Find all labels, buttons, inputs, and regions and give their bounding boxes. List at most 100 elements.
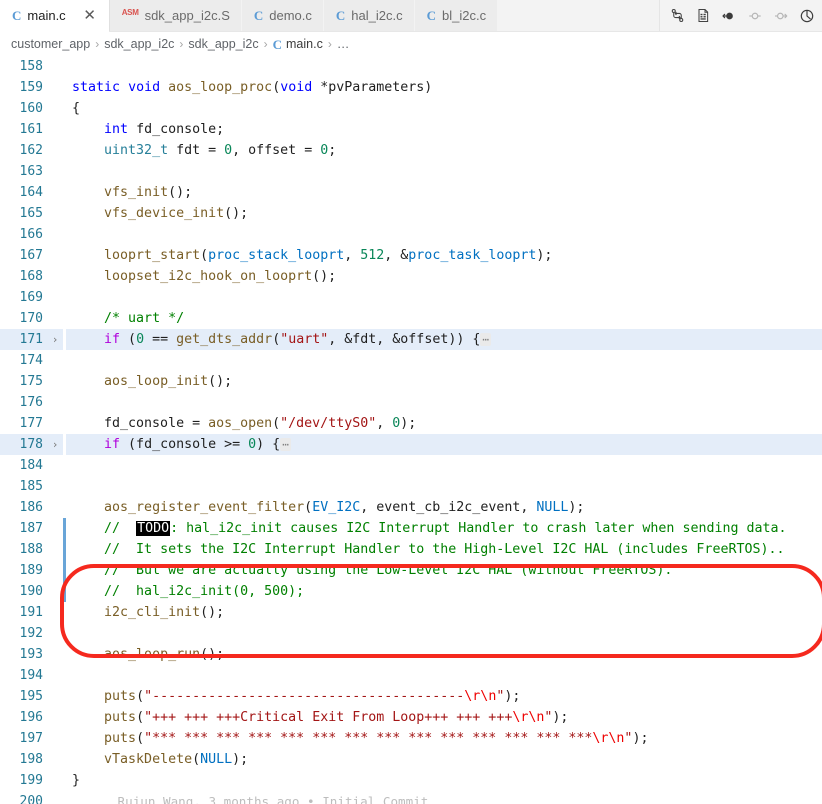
code-editor[interactable]: 158 159 static void aos_loop_proc(void *pv… xyxy=(0,56,822,804)
code-line[interactable]: 169 xyxy=(0,287,822,308)
code-line[interactable]: 177 fd_console = aos_open("/dev/ttyS0", … xyxy=(0,413,822,434)
tab-close-icon[interactable]: ✕ xyxy=(82,8,98,23)
fold-placeholder xyxy=(47,287,63,308)
code-line[interactable]: 189 // But we are actually using the Low… xyxy=(0,560,822,581)
tab-label: main.c xyxy=(27,8,66,23)
line-number: 164 xyxy=(19,185,43,200)
open-changes-icon[interactable] xyxy=(690,0,716,31)
fold-placeholder xyxy=(47,77,63,98)
tab-demo-c[interactable]: C demo.c xyxy=(241,0,324,31)
fold-chevron-icon[interactable]: › xyxy=(47,434,63,455)
code-line[interactable]: 164 vfs_init(); xyxy=(0,182,822,203)
code-line[interactable]: 199} xyxy=(0,770,822,791)
debug-continue-icon[interactable] xyxy=(794,0,820,31)
breadcrumb-item-sdk-app-i2c-2[interactable]: sdk_app_i2c xyxy=(188,37,258,51)
code-text: /* uart */ xyxy=(104,311,185,326)
code-line[interactable]: 200 Rujun Wang, 3 months ago • Initial C… xyxy=(0,791,822,804)
code-line[interactable]: 198 vTaskDelete(NULL); xyxy=(0,749,822,770)
code-text: int fd_console; xyxy=(104,122,225,137)
line-number: 161 xyxy=(19,122,43,137)
code-line[interactable]: 185 xyxy=(0,476,822,497)
code-line[interactable]: 186 aos_register_event_filter(EV_I2C, ev… xyxy=(0,497,822,518)
code-line[interactable]: 190 // hal_i2c_init(0, 500); xyxy=(0,581,822,602)
split-editor-icon[interactable] xyxy=(664,0,690,31)
code-line[interactable]: 175 aos_loop_init(); xyxy=(0,371,822,392)
code-text: vTaskDelete(NULL); xyxy=(104,752,249,767)
fold-placeholder xyxy=(47,602,63,623)
code-line[interactable]: 171 › if (0 == get_dts_addr("uart", &fdt,… xyxy=(0,329,822,350)
debug-step-back-icon[interactable] xyxy=(716,0,742,31)
breadcrumb-separator: › xyxy=(263,37,268,51)
code-line[interactable]: 191 i2c_cli_init(); xyxy=(0,602,822,623)
line-number: 187 xyxy=(19,521,43,536)
code-line[interactable]: 161 int fd_console; xyxy=(0,119,822,140)
line-number: 169 xyxy=(19,290,43,305)
line-number: 184 xyxy=(19,458,43,473)
breadcrumb-separator: › xyxy=(327,37,332,51)
breadcrumb-item-main-c[interactable]: main.c xyxy=(286,37,323,51)
code-line[interactable]: 174 xyxy=(0,350,822,371)
code-line[interactable]: 192 xyxy=(0,623,822,644)
breadcrumb-item-customer-app[interactable]: customer_app xyxy=(11,37,90,51)
code-line[interactable]: 178 › if (fd_console >= 0) {⋯ xyxy=(0,434,822,455)
debug-step-into-icon[interactable] xyxy=(768,0,794,31)
code-line[interactable]: 158 xyxy=(0,56,822,77)
code-line[interactable]: 184 xyxy=(0,455,822,476)
breadcrumb-item-more[interactable]: … xyxy=(337,37,350,51)
line-number: 168 xyxy=(19,269,43,284)
tab-sdk-app-i2c-s[interactable]: ASM sdk_app_i2c.S xyxy=(109,0,242,31)
line-number: 160 xyxy=(19,101,43,116)
fold-placeholder xyxy=(47,728,63,749)
fold-placeholder xyxy=(47,140,63,161)
tab-bl-i2c-c[interactable]: C bl_i2c.c xyxy=(414,0,499,31)
debug-step-over-icon[interactable] xyxy=(742,0,768,31)
code-line[interactable]: 162 uint32_t fdt = 0, offset = 0; xyxy=(0,140,822,161)
code-line[interactable]: 167 looprt_start(proc_stack_looprt, 512,… xyxy=(0,245,822,266)
line-number: 170 xyxy=(19,311,43,326)
tab-main-c[interactable]: C main.c ✕ xyxy=(0,0,110,32)
line-number: 171 xyxy=(0,329,47,350)
line-number: 175 xyxy=(19,374,43,389)
code-line[interactable]: 160 { xyxy=(0,98,822,119)
code-line[interactable]: 194 xyxy=(0,665,822,686)
breadcrumb-separator: › xyxy=(179,37,184,51)
line-number: 189 xyxy=(19,563,43,578)
code-line[interactable]: 168 loopset_i2c_hook_on_looprt(); xyxy=(0,266,822,287)
code-line[interactable]: 176 xyxy=(0,392,822,413)
line-number: 199 xyxy=(19,773,43,788)
fold-chevron-icon[interactable]: › xyxy=(47,329,63,350)
code-text: Rujun Wang, 3 months ago • Initial Commi… xyxy=(66,791,822,804)
tab-label: hal_i2c.c xyxy=(351,8,403,23)
breadcrumb-item-sdk-app-i2c-1[interactable]: sdk_app_i2c xyxy=(104,37,174,51)
code-line[interactable]: 187 // TODO: hal_i2c_init causes I2C Int… xyxy=(0,518,822,539)
code-line[interactable]: 197 puts("*** *** *** *** *** *** *** **… xyxy=(0,728,822,749)
code-line[interactable]: 159 static void aos_loop_proc(void *pvPar… xyxy=(0,77,822,98)
code-text: uint32_t fdt = 0, offset = 0; xyxy=(104,143,337,158)
code-line[interactable]: 193 aos_loop_run(); xyxy=(0,644,822,665)
line-number: 196 xyxy=(19,710,43,725)
code-line[interactable]: 195 puts("------------------------------… xyxy=(0,686,822,707)
code-line[interactable]: 188 // It sets the I2C Interrupt Handler… xyxy=(0,539,822,560)
fold-placeholder xyxy=(47,119,63,140)
code-text: // But we are actually using the Low-Lev… xyxy=(104,563,673,578)
code-line[interactable]: 196 puts("+++ +++ +++Critical Exit From … xyxy=(0,707,822,728)
line-number: 191 xyxy=(19,605,43,620)
fold-placeholder xyxy=(47,56,63,77)
code-text: vfs_init(); xyxy=(104,185,193,200)
code-line[interactable]: 166 xyxy=(0,224,822,245)
code-text: i2c_cli_init(); xyxy=(104,605,225,620)
tab-hal-i2c-c[interactable]: C hal_i2c.c xyxy=(323,0,415,31)
code-line[interactable]: 165 vfs_device_init(); xyxy=(0,203,822,224)
code-text: aos_register_event_filter(EV_I2C, event_… xyxy=(104,500,585,515)
code-line[interactable]: 163 xyxy=(0,161,822,182)
tab-label: bl_i2c.c xyxy=(441,8,487,23)
code-line[interactable]: 170 /* uart */ xyxy=(0,308,822,329)
tab-label: sdk_app_i2c.S xyxy=(144,8,230,23)
fold-placeholder xyxy=(47,497,63,518)
line-number: 176 xyxy=(19,395,43,410)
